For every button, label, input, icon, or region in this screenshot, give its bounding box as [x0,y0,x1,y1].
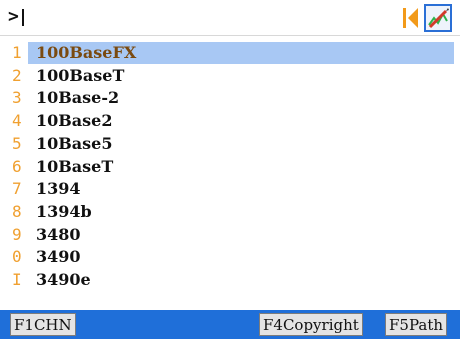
back-icon[interactable] [402,6,420,30]
handwriting-icon[interactable] [424,4,452,32]
list-item-label: 3480 [36,225,81,244]
list-item-key: 5 [12,134,22,153]
list-item[interactable]: 2 100BaseT [0,65,460,87]
list-item[interactable]: 6 10BaseT [0,156,460,178]
list-item-label: 10Base5 [36,134,113,153]
list-item[interactable]: 4 10Base2 [0,110,460,132]
list-item-label: 3490e [36,270,91,289]
list-item[interactable]: 8 1394b [0,201,460,223]
softkey-bar: F1CHN F4Copyright F5Path [0,310,460,339]
list-item-label: 1394 [36,179,81,198]
list-item-key: 3 [12,88,22,107]
list-item-key: 6 [12,157,22,176]
list-item-key: I [12,270,22,289]
list-item-label: 100BaseFX [36,43,137,62]
list-item[interactable]: 0 3490 [0,246,460,268]
list-item-key: 7 [12,179,22,198]
list-item[interactable]: 3 10Base-2 [0,87,460,109]
list-item[interactable]: 9 3480 [0,224,460,246]
list-item-key: 8 [12,202,22,221]
list-item[interactable]: 5 10Base5 [0,133,460,155]
text-cursor [22,9,24,26]
list-item[interactable]: 1 100BaseFX [0,42,460,64]
f4-copyright-button[interactable]: F4Copyright [259,313,363,336]
dictionary-screen: > 1 100BaseFX 2 100BaseT 3 10Base-2 4 10Base2 5 1… [0,0,460,339]
list-item-label: 1394b [36,202,92,221]
f5-path-button[interactable]: F5Path [385,313,448,336]
list-item-key: 2 [12,66,22,85]
list-item[interactable]: 7 1394 [0,178,460,200]
list-item[interactable]: I 3490e [0,269,460,291]
list-item-label: 10Base-2 [36,88,120,107]
list-item-label: 3490 [36,247,81,266]
list-item-key: 9 [12,225,22,244]
list-item-label: 10BaseT [36,157,114,176]
list-item-label: 100BaseT [36,66,125,85]
list-item-label: 10Base2 [36,111,113,130]
list-item-key: 0 [12,247,22,266]
list-item-key: 1 [12,43,22,62]
f1-chn-button[interactable]: F1CHN [10,313,76,336]
list-item-key: 4 [12,111,22,130]
search-bar[interactable]: > [0,0,460,36]
prompt-glyph: > [8,6,19,27]
